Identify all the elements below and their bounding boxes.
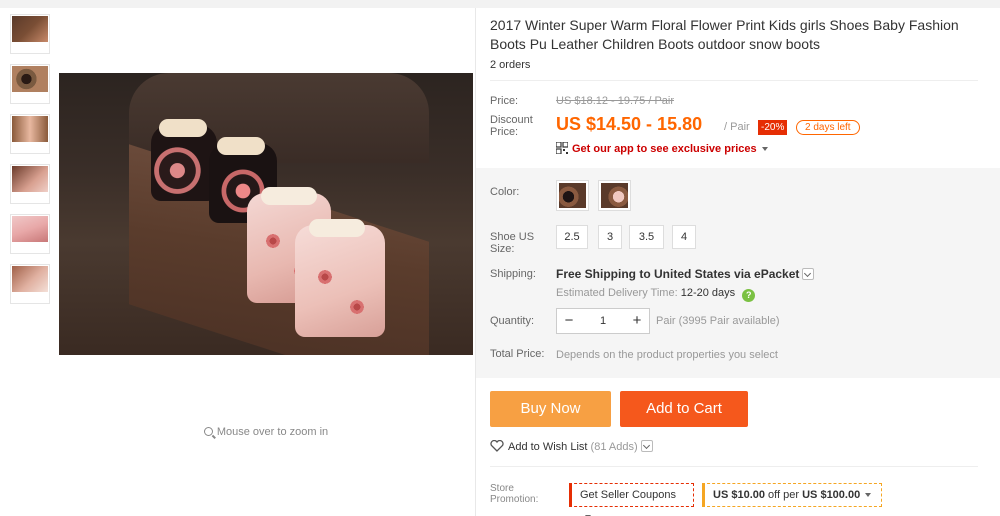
thumbnail-6[interactable] xyxy=(10,264,50,304)
swatch-image xyxy=(559,183,586,208)
size-label-line2: Size: xyxy=(490,243,515,255)
thumbnail-4[interactable] xyxy=(10,164,50,204)
size-option[interactable]: 4 xyxy=(672,225,696,249)
rose-print xyxy=(265,233,281,249)
divider xyxy=(490,466,978,467)
quantity-decrease-button[interactable]: − xyxy=(557,309,581,333)
boot-fur xyxy=(159,119,207,137)
chevron-down-icon[interactable] xyxy=(802,268,815,280)
color-swatch-black[interactable] xyxy=(556,180,589,211)
price-label: Price: xyxy=(490,95,519,107)
thumbnail-image xyxy=(12,116,48,142)
thumbnail-image xyxy=(12,266,48,292)
promo-label-line1: Store xyxy=(490,483,514,494)
rose-print xyxy=(349,299,365,315)
boot-fur xyxy=(309,219,365,237)
order-count: 2 orders xyxy=(490,59,531,71)
thumbnail-image xyxy=(12,16,48,42)
divider xyxy=(490,80,978,81)
thumbnail-image xyxy=(12,216,48,242)
thumbnail-list xyxy=(10,14,52,314)
wish-count: (81 Adds) xyxy=(590,441,638,453)
quantity-available: Pair (3995 Pair available) xyxy=(656,315,780,327)
thumbnail-image xyxy=(12,66,48,92)
size-option[interactable]: 3 xyxy=(598,225,622,249)
discount-price-label: Discount Price: xyxy=(490,114,533,138)
product-title: 2017 Winter Super Warm Floral Flower Pri… xyxy=(490,17,959,52)
coupon-minimum: US $100.00 xyxy=(802,489,861,501)
buy-now-button[interactable]: Buy Now xyxy=(490,391,611,427)
shipping-label: Shipping: xyxy=(490,268,536,280)
size-option[interactable]: 3.5 xyxy=(629,225,664,249)
original-price: US $18.12 - 19.75 / Pair xyxy=(556,95,675,107)
qr-code-icon xyxy=(556,142,568,154)
discount-label-line2: Price: xyxy=(490,126,519,138)
rose-print xyxy=(317,269,333,285)
get-seller-coupons-button[interactable]: Get Seller Coupons xyxy=(569,483,694,516)
chevron-down-icon xyxy=(761,147,768,151)
delivery-estimate: Estimated Delivery Time: 12-20 days ? xyxy=(556,287,756,302)
magnifier-icon xyxy=(203,427,213,436)
help-icon[interactable]: ? xyxy=(742,289,756,302)
thumbnail-image xyxy=(12,166,48,192)
boot-fur xyxy=(261,187,317,205)
discount-badge: -20% xyxy=(758,120,788,135)
shipping-option[interactable]: Free Shipping to United States via ePack… xyxy=(556,267,815,281)
coupon-mid-text: off per xyxy=(768,489,800,501)
discount-label-line1: Discount xyxy=(490,114,533,126)
swatch-image xyxy=(601,183,628,208)
seller-coupons-text: Get Seller Coupons xyxy=(580,489,676,501)
discount-price: US $14.50 - 15.80 xyxy=(556,114,703,134)
quantity-label: Quantity: xyxy=(490,315,535,327)
total-price-hint: Depends on the product properties you se… xyxy=(556,349,778,361)
pink-boot-right xyxy=(295,219,385,337)
store-coupon[interactable]: US $10.00 off per US $100.00 xyxy=(702,483,882,507)
quantity-stepper: − + xyxy=(556,308,650,334)
delivery-value: 12-20 days xyxy=(680,287,736,299)
add-to-cart-button[interactable]: Add to Cart xyxy=(620,391,748,427)
zoom-hint: Mouse over to zoom in xyxy=(59,426,473,438)
promo-label-line2: Promotion: xyxy=(490,494,539,505)
zoom-hint-text: Mouse over to zoom in xyxy=(216,426,329,438)
quantity-input[interactable] xyxy=(581,309,625,333)
shipping-text: Free Shipping to United States via ePack… xyxy=(556,267,800,281)
app-promo-link[interactable]: Get our app to see exclusive prices xyxy=(556,142,768,155)
heart-icon xyxy=(490,440,504,452)
size-label: Shoe US Size: xyxy=(490,231,534,255)
coupon-amount: US $10.00 xyxy=(713,489,765,501)
chevron-down-icon xyxy=(865,493,872,497)
color-label: Color: xyxy=(490,186,520,198)
color-swatch-pink[interactable] xyxy=(598,180,631,211)
top-strip xyxy=(0,0,1000,8)
wish-list-link[interactable]: Add to Wish List (81 Adds) xyxy=(490,440,653,453)
total-price-label: Total Price: xyxy=(490,348,545,360)
price-unit: / Pair xyxy=(724,121,750,133)
app-promo-text: Get our app to see exclusive prices xyxy=(572,143,757,155)
quantity-increase-button[interactable]: + xyxy=(625,309,649,333)
main-product-image[interactable] xyxy=(59,73,473,355)
size-option[interactable]: 2.5 xyxy=(556,225,588,249)
delivery-label: Estimated Delivery Time: xyxy=(556,287,678,299)
thumbnail-3[interactable] xyxy=(10,114,50,154)
store-promotion-label: Store Promotion: xyxy=(490,483,538,505)
size-label-line1: Shoe US xyxy=(490,231,535,243)
thumbnail-5[interactable] xyxy=(10,214,50,254)
boot-fur xyxy=(217,137,265,155)
days-left-badge: 2 days left xyxy=(796,120,860,135)
chevron-down-icon[interactable] xyxy=(640,440,653,452)
wish-list-text: Add to Wish List xyxy=(508,441,588,453)
thumbnail-1[interactable] xyxy=(10,14,50,54)
thumbnail-2[interactable] xyxy=(10,64,50,104)
black-boot-left xyxy=(151,119,217,201)
